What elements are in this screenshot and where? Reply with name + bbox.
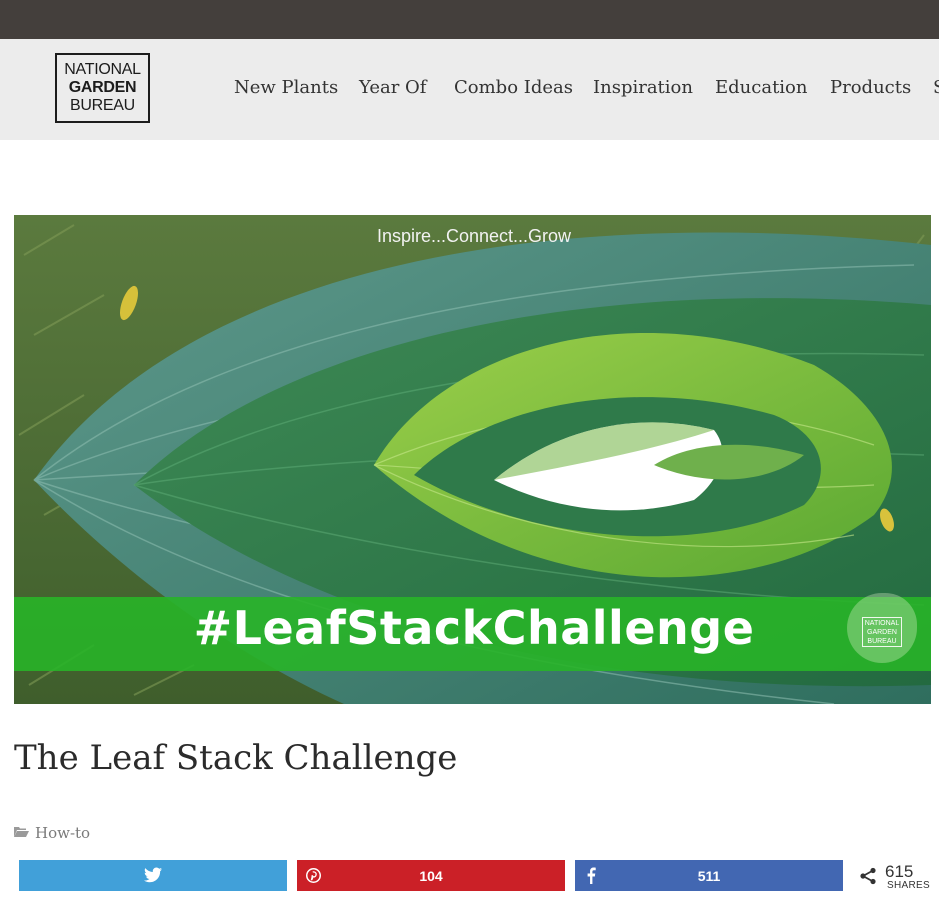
nav-item-year-of[interactable]: Year Of: [359, 77, 426, 98]
hero-badge-line-2: GARDEN: [867, 628, 897, 636]
hero-logo-watermark: NATIONAL GARDEN BUREAU: [862, 617, 902, 647]
category-link[interactable]: How-to: [35, 824, 90, 842]
pinterest-icon: [306, 868, 321, 886]
twitter-icon: [144, 867, 162, 886]
site-logo[interactable]: NATIONAL GARDEN BUREAU: [55, 53, 150, 123]
facebook-share-count: 511: [697, 867, 721, 884]
hero-tagline: Inspire...Connect...Grow: [376, 226, 572, 246]
share-icon: [859, 867, 877, 889]
nav-item-truncated[interactable]: S: [933, 77, 939, 98]
top-bar: [0, 0, 939, 39]
logo-line-2: GARDEN: [68, 79, 137, 96]
nav-item-new-plants[interactable]: New Plants: [234, 77, 338, 98]
share-total-count: 615: [885, 862, 914, 881]
hero-image: Inspire...Connect...Grow #LeafStackChall…: [14, 215, 931, 704]
hero-badge-line-1: NATIONAL: [864, 619, 900, 627]
nav-item-inspiration[interactable]: Inspiration: [593, 77, 693, 98]
pinterest-share-button[interactable]: 104: [297, 860, 565, 891]
twitter-share-button[interactable]: [19, 860, 287, 891]
post-category: How-to: [14, 823, 90, 842]
page-title: The Leaf Stack Challenge: [14, 738, 458, 778]
nav-item-education[interactable]: Education: [715, 77, 808, 98]
facebook-icon: [586, 867, 596, 887]
share-total: 615 SHARES: [857, 862, 939, 892]
pinterest-share-count: 104: [419, 867, 443, 884]
nav-item-combo-ideas[interactable]: Combo Ideas: [454, 77, 573, 98]
folder-icon: [14, 823, 29, 842]
nav-item-products[interactable]: Products: [830, 77, 911, 98]
share-total-label: SHARES: [887, 880, 930, 891]
facebook-share-button[interactable]: 511: [575, 860, 843, 891]
site-header: NATIONAL GARDEN BUREAU New Plants Year O…: [0, 39, 939, 140]
logo-line-1: NATIONAL: [64, 61, 141, 78]
hero-hashtag: #LeafStackChallenge: [193, 601, 755, 655]
logo-line-3: BUREAU: [70, 97, 135, 114]
hero-badge-line-3: BUREAU: [867, 637, 897, 645]
